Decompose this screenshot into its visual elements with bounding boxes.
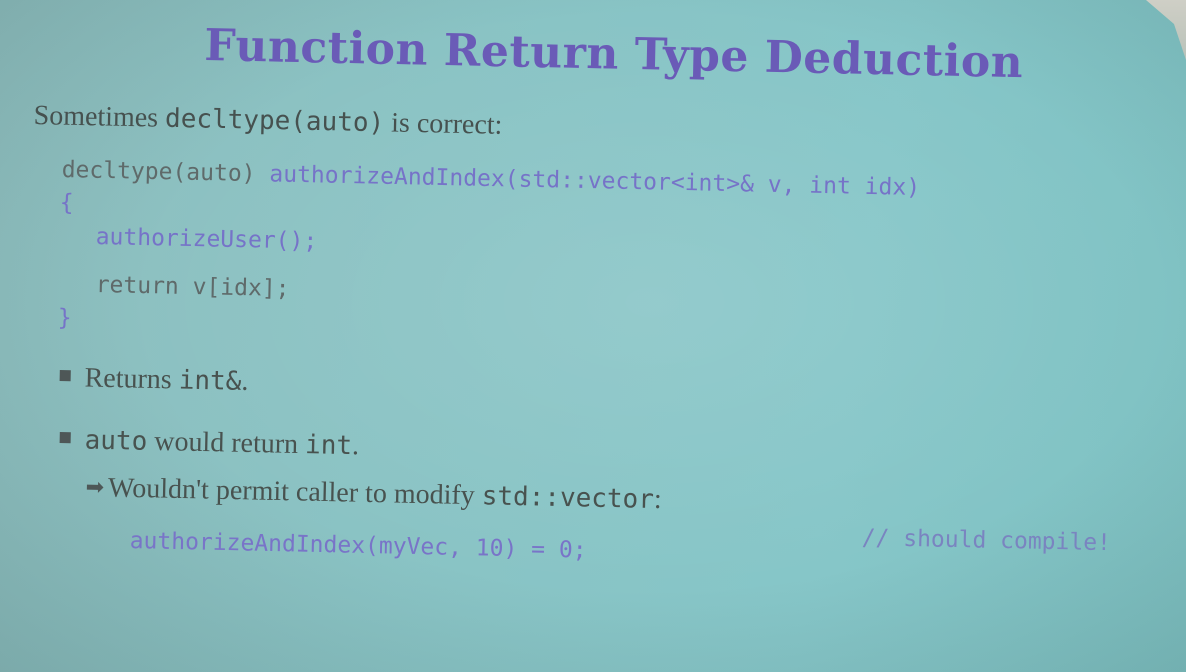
code-function-signature: authorizeAndIndex(std::vector<int>& v, i… [269, 161, 921, 201]
bullet-prefix: Returns [84, 362, 180, 396]
sub-bullet-suffix: : [653, 483, 662, 516]
sub-bullet-code: std::vector [481, 481, 655, 515]
bullet-code: int& [178, 365, 242, 397]
bullet-item-returns: Returns int&. [59, 362, 249, 398]
bullet-code-auto: auto [84, 425, 148, 457]
code-line-signature: decltype(auto) authorizeAndIndex(std::ve… [61, 157, 920, 201]
code-line-authorize: authorizeUser(); [95, 224, 318, 255]
bullet-item-auto: auto would return int. [59, 424, 359, 462]
example-comment-line: // should compile! [861, 525, 1111, 556]
right-arrow-icon: ➡ [85, 474, 105, 501]
slide-corner-shadow [1146, 0, 1186, 60]
sub-bullet-prefix: Wouldn't permit caller to modify [107, 472, 483, 512]
slide-title: Function Return Type Deduction [203, 20, 1024, 89]
bullet-suffix: . [351, 430, 360, 462]
code-line-return: return v[idx]; [95, 272, 290, 303]
bullet-suffix: . [241, 365, 249, 397]
square-bullet-icon [59, 369, 71, 382]
bullet-middle: would return [146, 425, 306, 461]
code-keyword: decltype(auto) [61, 157, 270, 188]
code-close-brace: } [57, 305, 72, 332]
intro-prefix: Sometimes [33, 100, 166, 134]
code-open-brace: { [59, 190, 74, 217]
intro-code: decltype(auto) [164, 103, 385, 139]
intro-suffix: is correct: [383, 107, 503, 141]
sub-bullet-item: ➡ Wouldn't permit caller to modify std::v… [85, 472, 662, 516]
presentation-slide: Function Return Type Deduction Sometimes… [0, 0, 1186, 672]
square-bullet-icon [59, 431, 71, 444]
intro-line: Sometimes decltype(auto) is correct: [33, 100, 502, 142]
example-comment: // should compile! [861, 525, 1112, 557]
example-code-line: authorizeAndIndex(myVec, 10) = 0; [129, 528, 586, 564]
example-code: authorizeAndIndex(myVec, 10) = 0; [129, 528, 587, 564]
bullet-code-int: int [304, 430, 353, 462]
